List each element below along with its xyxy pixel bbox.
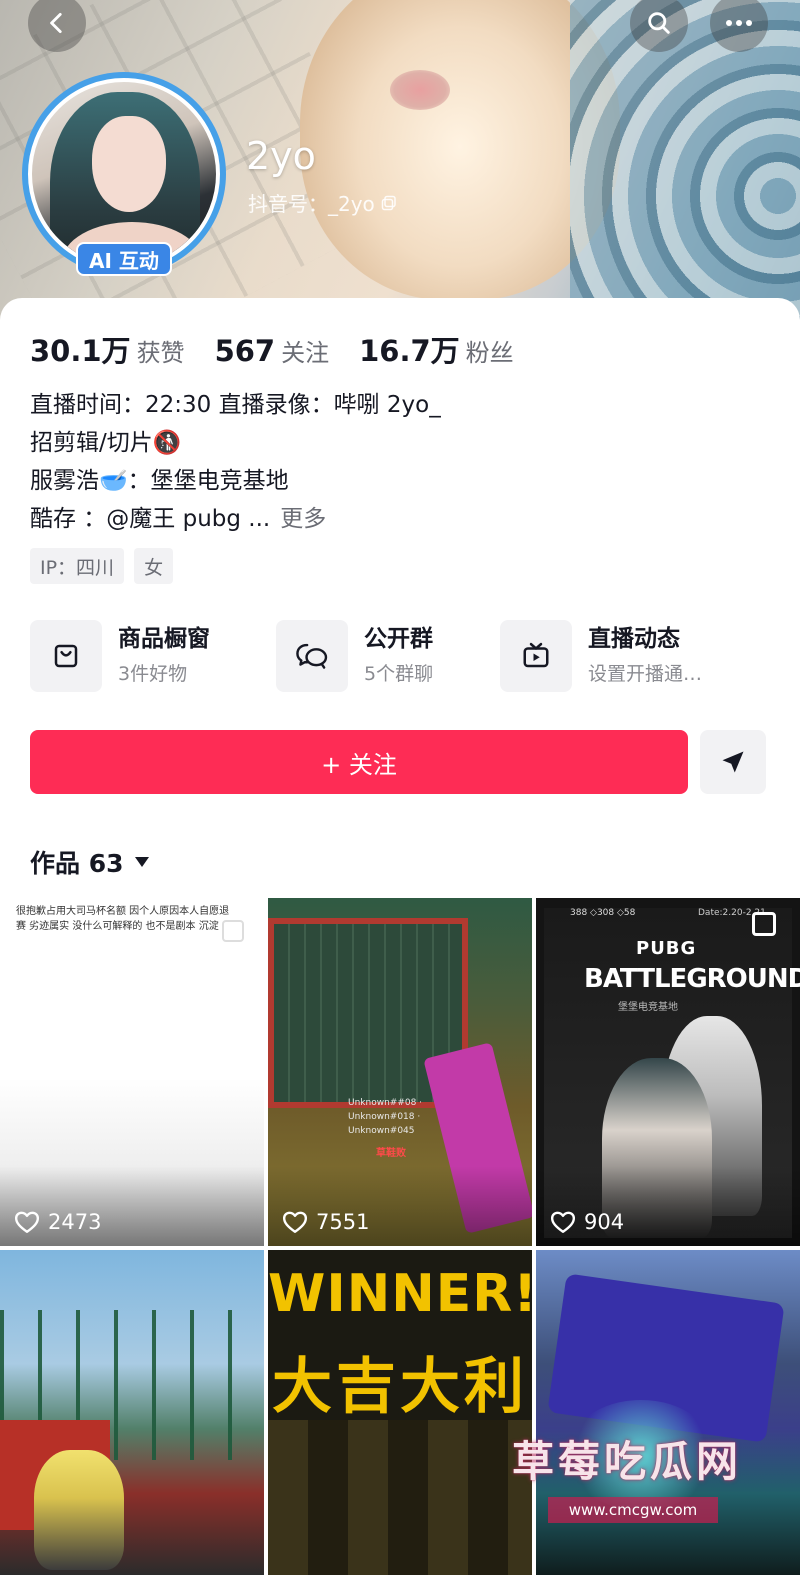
video-like-count: 2473 bbox=[14, 1210, 101, 1234]
followers-label: 粉丝 bbox=[465, 339, 514, 367]
followers-count[interactable]: 16.7万 bbox=[359, 328, 460, 370]
profile-nickname: 2yo bbox=[246, 134, 316, 178]
bio-line: 直播时间：22:30 直播录像：哔哵 2yo_ bbox=[30, 392, 441, 418]
video-thumbnail[interactable]: 很抱歉占用大司马杯名额 因个人原因本人自愿退赛 劣迹属实 没什么可解释的 也不是… bbox=[0, 898, 264, 1246]
profile-card: 30.1万 获赞 567 关注 16.7万 粉丝 直播时间：22:30 直播录像… bbox=[0, 298, 800, 1575]
follow-button[interactable]: + 关注 bbox=[30, 730, 688, 794]
feature-subtitle: 设置开播通… bbox=[588, 663, 703, 685]
video-thumbnail[interactable]: 388 ◇308 ◇58 Date:2.20-2.21 PUBG BATTLEG… bbox=[536, 898, 800, 1246]
video-thumbnail[interactable] bbox=[536, 1250, 800, 1575]
like-count-text: 2473 bbox=[48, 1210, 102, 1234]
chat-bubbles-icon bbox=[296, 643, 328, 669]
feature-text: 公开群 5个群聊 bbox=[364, 623, 433, 689]
ellipsis-icon bbox=[726, 20, 752, 26]
copy-icon[interactable] bbox=[381, 195, 397, 211]
like-count-text: 904 bbox=[584, 1210, 625, 1234]
following-label: 关注 bbox=[281, 339, 330, 367]
works-tab[interactable]: 作品 63 bbox=[30, 844, 150, 880]
public-group-entry[interactable]: 公开群 5个群聊 bbox=[276, 620, 433, 692]
feature-title: 直播动态 bbox=[588, 626, 680, 652]
feature-text: 商品橱窗 3件好物 bbox=[118, 623, 210, 689]
tv-icon bbox=[523, 642, 549, 668]
video-like-count: 7551 bbox=[282, 1210, 369, 1234]
send-icon bbox=[722, 751, 744, 773]
douyin-id[interactable]: 抖音号：_2yo bbox=[248, 188, 397, 217]
shopping-bag-icon bbox=[54, 644, 78, 668]
thumbnail-shade bbox=[536, 1166, 800, 1246]
thumbnail-shade bbox=[268, 1166, 532, 1246]
poster-subtitle: 堡堡电竞基地 bbox=[618, 1002, 678, 1013]
share-button[interactable] bbox=[700, 730, 766, 794]
poster-title: BATTLEGROUNDS bbox=[584, 964, 800, 994]
feature-title: 公开群 bbox=[364, 626, 433, 652]
video-like-count: 904 bbox=[550, 1210, 624, 1234]
ai-interaction-badge[interactable]: AI 互动 bbox=[76, 242, 172, 276]
avatar-face bbox=[92, 116, 166, 212]
caret-down-icon bbox=[134, 857, 149, 867]
bio-line: 服雾浩🥣：堡堡电竞基地 bbox=[30, 468, 289, 494]
likes-label: 获赞 bbox=[136, 339, 185, 367]
watermark-url: www.cmcgw.com bbox=[548, 1497, 718, 1523]
like-count-text: 7551 bbox=[316, 1210, 370, 1234]
hud-text: 388 ◇308 ◇58 bbox=[570, 908, 636, 918]
feature-title: 商品橱窗 bbox=[118, 626, 210, 652]
video-thumbnail[interactable] bbox=[0, 1250, 264, 1575]
feature-icon-box bbox=[276, 620, 348, 692]
works-tab-label: 作品 63 bbox=[30, 849, 124, 878]
feature-shortcuts: 商品橱窗 3件好物 公开群 5个群聊 直播动态 设置开播通… bbox=[30, 620, 770, 692]
feature-icon-box bbox=[500, 620, 572, 692]
video-thumbnail[interactable]: WINNER! 大吉大利 bbox=[268, 1250, 532, 1575]
feature-subtitle: 5个群聊 bbox=[364, 663, 434, 685]
profile-banner: AI 互动 2yo 抖音号：_2yo bbox=[0, 0, 800, 330]
pinned-corner-icon bbox=[222, 920, 244, 942]
bio-line-text: 酷存 ：@魔王 pubg ... bbox=[30, 506, 271, 532]
banner-cat-nose bbox=[390, 70, 450, 110]
heart-icon bbox=[282, 1211, 308, 1233]
video-thumbnail[interactable]: Unknown##08 · Unknown#018 · Unknown#045 … bbox=[268, 898, 532, 1246]
pinned-corner-icon bbox=[752, 912, 776, 936]
following-count[interactable]: 567 bbox=[215, 334, 276, 368]
heart-icon bbox=[14, 1211, 40, 1233]
kill-feed-text: Unknown##08 · Unknown#018 · Unknown#045 bbox=[348, 1098, 423, 1136]
poster-brand: PUBG bbox=[636, 938, 697, 959]
winner-text: WINNER! bbox=[268, 1264, 532, 1324]
profile-tags: IP：四川 女 bbox=[30, 548, 174, 584]
bio-more-link[interactable]: 更多 bbox=[280, 506, 326, 532]
thumbnail-shade bbox=[0, 1166, 264, 1246]
heart-icon bbox=[550, 1211, 576, 1233]
feature-subtitle: 3件好物 bbox=[118, 663, 188, 685]
feature-text: 直播动态 设置开播通… bbox=[588, 623, 702, 689]
thumbnail-character bbox=[34, 1450, 124, 1570]
likes-count[interactable]: 30.1万 bbox=[30, 328, 131, 370]
ip-location-tag: IP：四川 bbox=[30, 548, 125, 584]
overlay-text: 草鞋败 bbox=[376, 1148, 406, 1159]
banner-fabric-background bbox=[570, 0, 800, 330]
profile-stats: 30.1万 获赞 567 关注 16.7万 粉丝 bbox=[30, 328, 544, 370]
search-icon bbox=[648, 12, 670, 34]
gender-tag: 女 bbox=[134, 548, 174, 584]
site-watermark: 草莓吃瓜网 www.cmcgw.com bbox=[512, 1428, 762, 1523]
bio-line: 酷存 ：@魔王 pubg ... 更多 bbox=[30, 500, 770, 538]
winner-chinese-text: 大吉大利 bbox=[272, 1352, 528, 1422]
thumbnail-background bbox=[268, 1420, 532, 1575]
live-updates-entry[interactable]: 直播动态 设置开播通… bbox=[500, 620, 702, 692]
watermark-title: 草莓吃瓜网 bbox=[512, 1437, 743, 1486]
chevron-left-icon bbox=[50, 12, 62, 34]
shop-window-entry[interactable]: 商品橱窗 3件好物 bbox=[30, 620, 210, 692]
video-caption: 很抱歉占用大司马杯名额 因个人原因本人自愿退赛 劣迹属实 没什么可解释的 也不是… bbox=[16, 906, 230, 932]
douyin-id-text: 抖音号：_2yo bbox=[248, 192, 375, 216]
profile-bio: 直播时间：22:30 直播录像：哔哵 2yo_ 招剪辑/切片🚯 服雾浩🥣：堡堡电… bbox=[30, 386, 770, 538]
bio-line: 招剪辑/切片🚯 bbox=[30, 430, 182, 456]
feature-icon-box bbox=[30, 620, 102, 692]
